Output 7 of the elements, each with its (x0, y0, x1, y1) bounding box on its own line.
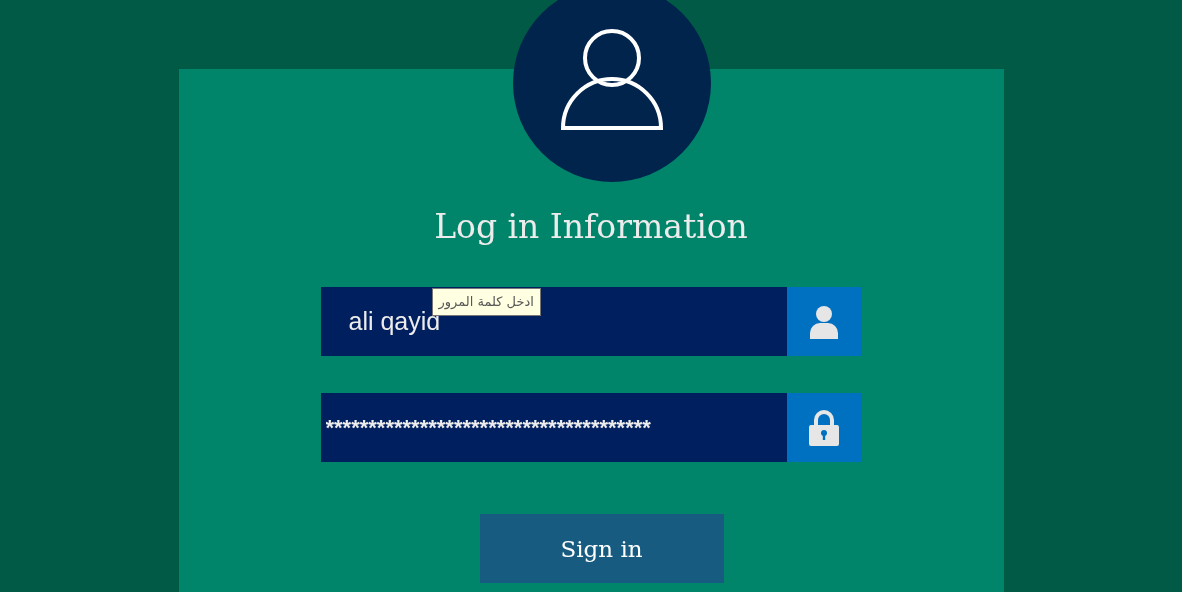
lock-icon (786, 393, 862, 462)
password-field[interactable]: ************************************** (320, 393, 787, 462)
sign-in-button[interactable]: Sign in (479, 514, 724, 583)
tooltip: ادخل كلمة المرور (431, 288, 541, 316)
login-title: Log in Information (434, 206, 748, 248)
user-avatar-icon (512, 0, 711, 182)
user-icon (786, 287, 862, 356)
